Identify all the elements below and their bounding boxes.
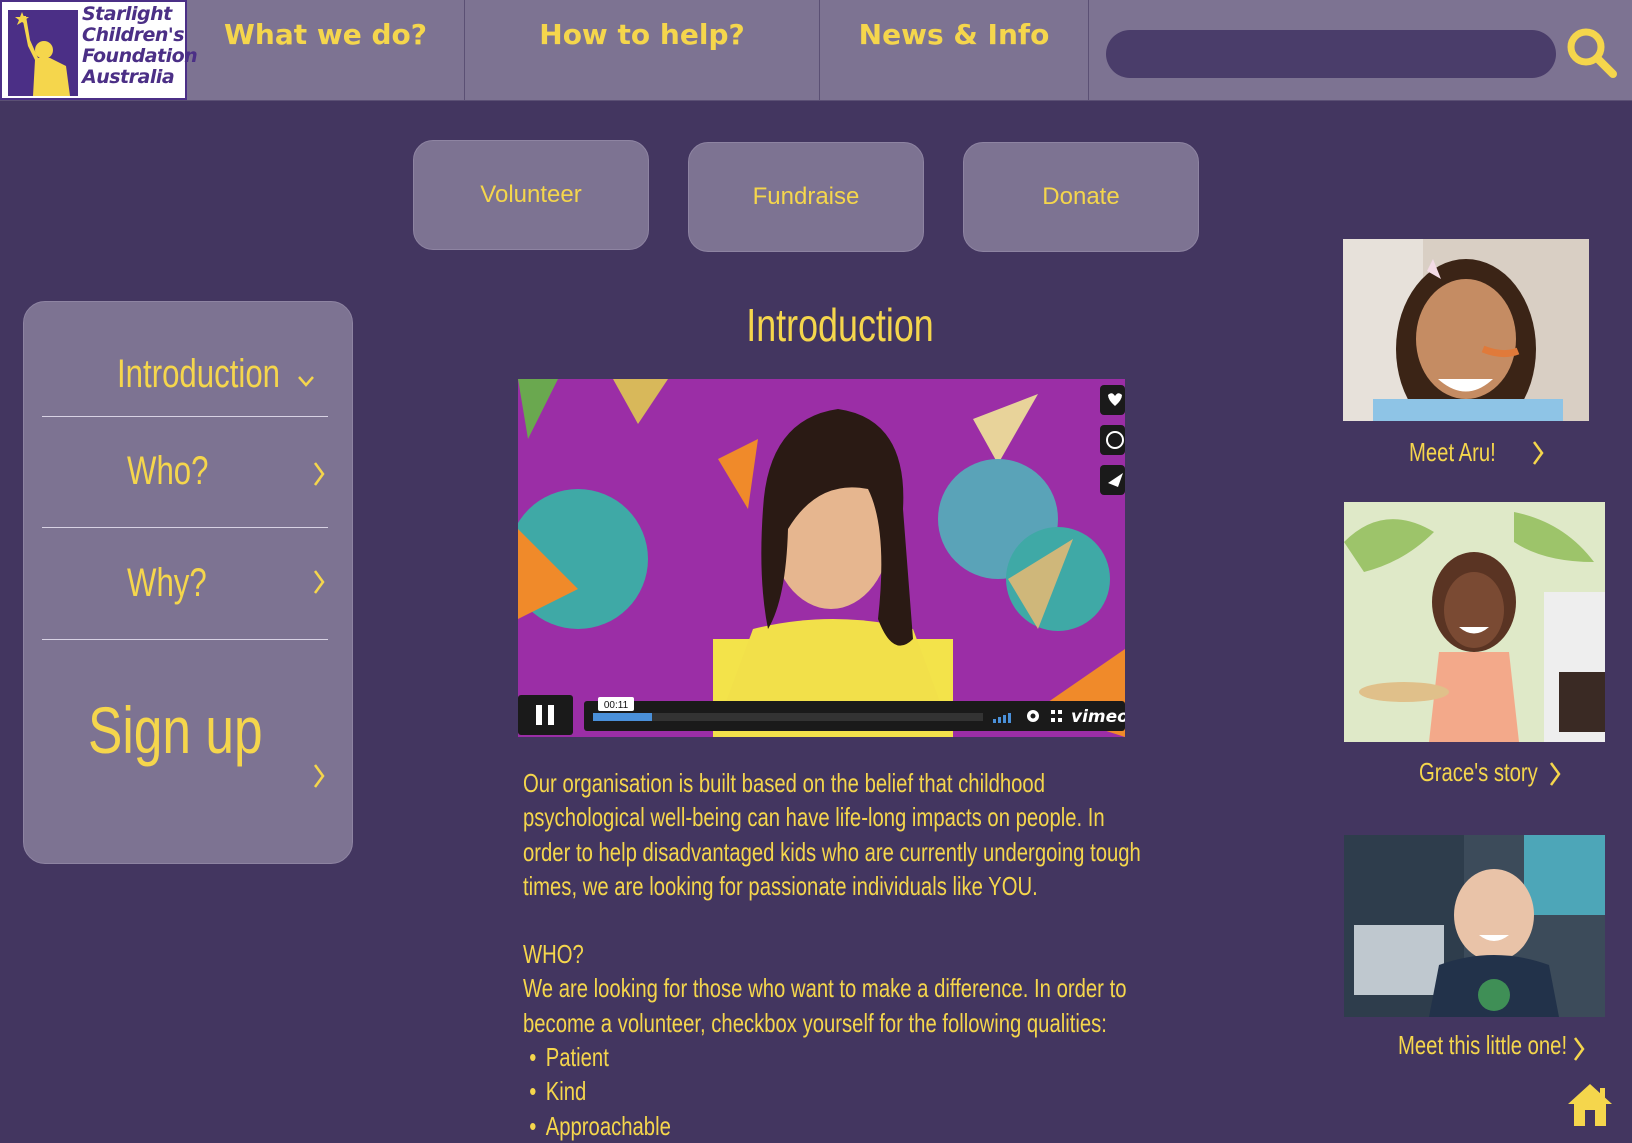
sidebar-item-label: Introduction: [117, 352, 281, 396]
story-photo-little-one[interactable]: [1344, 835, 1605, 1017]
fullscreen-icon[interactable]: [1051, 710, 1055, 714]
qualities-list: Patient Kind Approachable: [523, 1040, 1153, 1143]
sidebar-item-label: Who?: [127, 449, 209, 493]
sign-up-label: Sign up: [88, 693, 263, 767]
search-icon[interactable]: [1563, 24, 1619, 80]
volunteer-button[interactable]: Volunteer: [413, 140, 649, 250]
video-frame: [518, 379, 1125, 737]
sidebar-item-label: Why?: [127, 561, 207, 605]
chevron-right-icon: [1573, 1037, 1585, 1061]
pause-button[interactable]: [518, 695, 573, 735]
donate-button[interactable]: Donate: [963, 142, 1199, 252]
intro-text: Our organisation is built based on the b…: [523, 766, 1153, 1143]
vimeo-logo[interactable]: vimeo: [1071, 707, 1125, 727]
chevron-right-icon: [313, 764, 325, 788]
top-navigation: Starlight Children's Foundation Australi…: [0, 0, 1632, 101]
chevron-right-icon: [1549, 762, 1561, 786]
video-progress[interactable]: [593, 713, 652, 721]
chevron-right-icon: [1532, 441, 1544, 465]
chevron-right-icon: [313, 570, 325, 594]
video-time: 00:11: [604, 700, 629, 711]
fundraise-button[interactable]: Fundraise: [688, 142, 924, 252]
nav-news-info[interactable]: News & Info: [820, 0, 1089, 100]
story-link-aru[interactable]: Meet Aru!: [1409, 437, 1496, 468]
story-photo-grace[interactable]: [1344, 502, 1605, 742]
sidebar-item-who[interactable]: Who?: [42, 417, 328, 528]
sidebar-item-why[interactable]: Why?: [42, 528, 328, 640]
intro-paragraph: Our organisation is built based on the b…: [523, 768, 1141, 901]
list-item: Patient: [523, 1040, 1153, 1074]
who-heading: WHO?: [523, 939, 584, 970]
story-link-little-one[interactable]: Meet this little one!: [1398, 1030, 1567, 1061]
page-title: Introduction: [746, 299, 934, 351]
list-item: Approachable: [523, 1109, 1153, 1143]
who-paragraph: We are looking for those who want to mak…: [523, 973, 1127, 1038]
starlight-logo[interactable]: Starlight Children's Foundation Australi…: [0, 0, 198, 100]
nav-how-to-help[interactable]: How to help?: [465, 0, 820, 100]
story-link-grace[interactable]: Grace's story: [1419, 757, 1538, 788]
intro-video-player[interactable]: 00:11 vimeo: [518, 379, 1125, 737]
chevron-right-icon: [313, 462, 325, 486]
child-silhouette-icon: [8, 10, 78, 96]
chevron-down-icon: [298, 376, 314, 387]
nav-what-we-do[interactable]: What we do?: [187, 0, 465, 100]
sidebar-item-introduction[interactable]: Introduction: [42, 302, 328, 417]
home-icon[interactable]: [1566, 1082, 1614, 1128]
logo-text: Starlight Children's Foundation Australi…: [82, 3, 198, 88]
search-input[interactable]: [1106, 30, 1556, 78]
section-sidebar: Introduction Who? Why? Sign up: [23, 301, 353, 864]
sign-up-link[interactable]: Sign up: [42, 682, 328, 802]
video-controls: 00:11 vimeo: [518, 695, 1125, 735]
list-item: Kind: [523, 1074, 1153, 1108]
story-photo-aru[interactable]: [1343, 239, 1589, 421]
